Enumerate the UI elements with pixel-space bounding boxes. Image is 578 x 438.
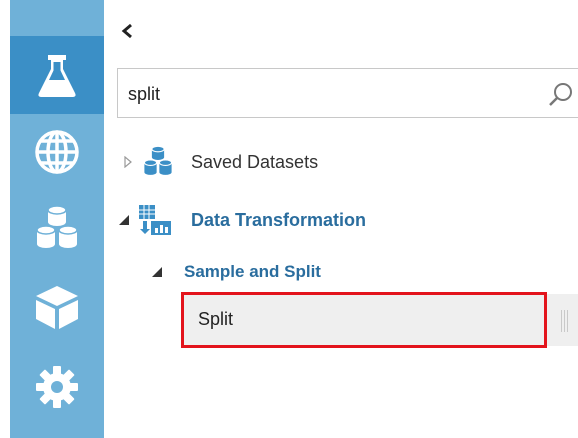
collapse-triangle-icon[interactable] [150, 265, 164, 279]
rail-item-experiments[interactable] [10, 36, 104, 114]
globe-icon [35, 130, 79, 174]
rail-item-trained-models[interactable] [10, 268, 104, 346]
collapse-palette-button[interactable] [118, 21, 136, 41]
tree-node-label: Saved Datasets [191, 151, 319, 172]
flask-icon [38, 55, 76, 97]
search-icon[interactable] [548, 81, 574, 107]
data-transform-icon [139, 205, 171, 235]
datasets-icon [36, 205, 78, 248]
expand-triangle-icon[interactable] [121, 155, 135, 169]
collapse-triangle-icon[interactable] [117, 213, 131, 227]
drag-handle-icon[interactable] [561, 310, 569, 332]
tree-node-data-transformation[interactable]: Data Transformation [117, 203, 366, 237]
chevron-left-icon [121, 23, 132, 39]
gear-icon [36, 366, 78, 408]
search-input[interactable] [128, 81, 528, 107]
rail-item-web-services[interactable] [10, 113, 104, 191]
module-item-split[interactable]: Split [183, 294, 578, 346]
datasets-icon [143, 145, 173, 175]
module-label: Split [198, 309, 234, 329]
left-nav-rail [10, 0, 104, 438]
module-palette: Saved Datasets Data Transfo [0, 0, 578, 438]
tree-node-label: Sample and Split [184, 262, 321, 281]
search-box [117, 68, 578, 118]
rail-item-datasets[interactable] [10, 190, 104, 268]
tree-node-label: Data Transformation [191, 209, 367, 230]
tree-node-sample-and-split[interactable]: Sample and Split [150, 259, 321, 285]
cube-icon [36, 286, 78, 329]
rail-item-settings[interactable] [10, 348, 104, 426]
tree-node-saved-datasets[interactable]: Saved Datasets [121, 145, 319, 178]
